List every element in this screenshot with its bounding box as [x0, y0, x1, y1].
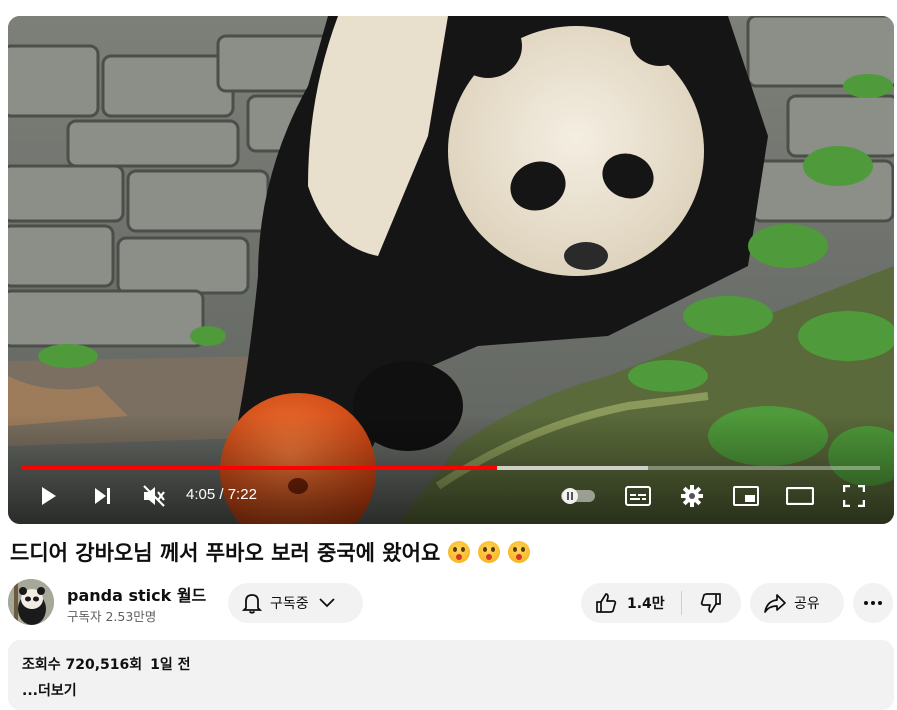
- theater-mode-button[interactable]: [780, 478, 820, 514]
- miniplayer-button[interactable]: [726, 478, 766, 514]
- panda-avatar-icon: [8, 579, 54, 625]
- subtitles-icon: [625, 486, 651, 506]
- time-display: 4:05 / 7:22: [186, 486, 257, 503]
- view-count: 조회수 720,516회: [22, 657, 143, 673]
- thumbs-up-icon: [596, 593, 617, 613]
- theater-mode-icon: [786, 487, 814, 505]
- share-label: 공유: [794, 596, 820, 612]
- subscribe-label: 구독중: [270, 596, 309, 612]
- fullscreen-button[interactable]: [834, 478, 874, 514]
- dislike-button[interactable]: [682, 583, 740, 623]
- settings-button[interactable]: [672, 478, 712, 514]
- like-count: 1.4만: [627, 596, 665, 612]
- astonished-face-icon: [478, 541, 501, 563]
- thumbs-down-icon: [700, 593, 721, 613]
- next-button[interactable]: [84, 478, 120, 514]
- channel-avatar[interactable]: [8, 579, 54, 625]
- upload-age: 1일 전: [150, 657, 191, 673]
- settings-gear-icon: [681, 485, 703, 507]
- video-player[interactable]: 4:05 / 7:22: [8, 16, 894, 524]
- view-info: 조회수 720,516회 1일 전: [22, 654, 880, 674]
- play-icon: [42, 487, 56, 505]
- subscriber-count: 구독자 2.53만명: [67, 609, 157, 624]
- play-button[interactable]: [30, 478, 66, 514]
- description-box[interactable]: 조회수 720,516회 1일 전 ...더보기: [8, 640, 894, 710]
- more-actions-button[interactable]: [853, 583, 893, 623]
- time-separator: /: [215, 486, 228, 503]
- miniplayer-icon: [733, 486, 759, 506]
- chevron-down-icon: [319, 598, 335, 608]
- video-title: 드디어 강바오님 께서 푸바오 보러 중국에 왔어요: [10, 537, 531, 567]
- progress-bar[interactable]: [22, 466, 880, 470]
- mute-button[interactable]: [136, 478, 172, 514]
- mute-icon: [143, 485, 165, 507]
- show-more-link[interactable]: ...더보기: [22, 680, 880, 700]
- channel-name[interactable]: panda stick 월드: [67, 582, 206, 606]
- share-button[interactable]: 공유: [750, 583, 844, 623]
- subtitles-button[interactable]: [618, 478, 658, 514]
- share-icon: [764, 594, 786, 613]
- like-dislike-group: 1.4만: [581, 583, 741, 623]
- like-button[interactable]: 1.4만: [581, 583, 681, 623]
- video-title-text: 드디어 강바오님 께서 푸바오 보러 중국에 왔어요: [10, 541, 441, 565]
- autoplay-toggle-icon: [561, 488, 595, 504]
- bell-icon: [242, 594, 262, 614]
- autoplay-toggle[interactable]: [558, 478, 598, 514]
- fullscreen-icon: [843, 485, 865, 507]
- time-total: 7:22: [227, 486, 257, 503]
- subscribe-button[interactable]: 구독중: [228, 583, 363, 623]
- time-current: 4:05: [186, 486, 216, 503]
- astonished-face-icon: [508, 541, 531, 563]
- next-icon: [95, 488, 110, 504]
- more-icon: [864, 601, 882, 605]
- astonished-face-icon: [448, 541, 471, 563]
